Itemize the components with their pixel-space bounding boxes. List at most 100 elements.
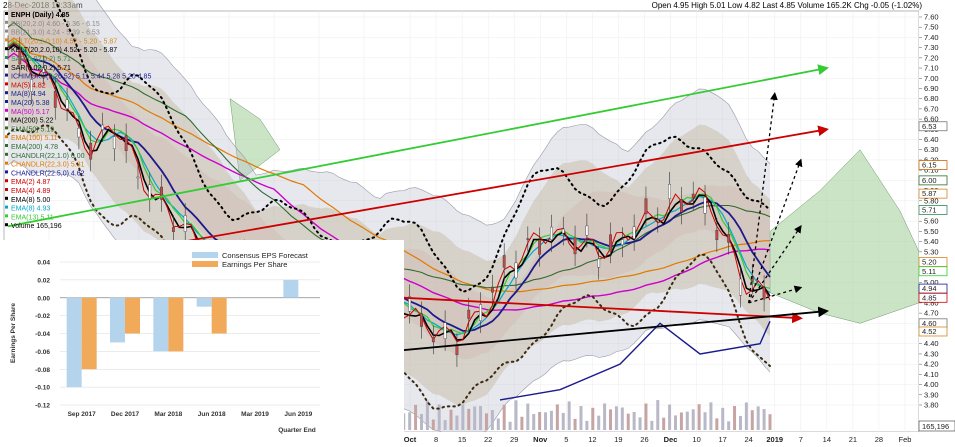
eps-ytick-label: -0.04 [35,331,50,338]
volume-bar [461,404,465,430]
volume-bar [408,412,412,430]
volume-bar [744,402,748,430]
legend-swatch [5,126,8,130]
legend-swatch [5,64,8,68]
price-flag-label: 5.11 [922,267,936,276]
price-tick-label: 5.60 [924,217,939,226]
price-tick-label: 4.10 [924,370,939,379]
candle-body [550,226,553,240]
legend-line: KELT(20,2.0,10) 4.52 - 5.20 - 5.87 [11,38,117,45]
volume-bar [544,412,548,430]
candle-body [727,234,731,243]
price-tick-label: 5.30 [924,247,939,256]
legend-swatch [5,223,8,227]
legend-line: MA(50) 5.17 [11,109,50,116]
legend-line: MA(5) 4.82 [11,82,46,89]
price-tick-label: 6.70 [924,104,939,113]
price-tick-label: 3.80 [924,401,939,410]
eps-category-label: Jun 2018 [198,411,226,418]
price-tick-label: 4.20 [924,360,939,369]
legend-swatch [5,196,8,200]
eps-x-axis-title: Quarter End [278,427,316,434]
volume-bar [567,401,571,430]
eps-bar [196,297,212,307]
volume-bar [479,406,483,430]
volume-bar [709,402,713,430]
candle-body [656,219,660,221]
volume-flag-label: 165,196 [922,422,949,431]
eps-legend-swatch [192,261,218,267]
volume-bar [597,415,601,430]
volume-bar [467,408,471,430]
eps-bar [110,297,125,343]
candle-body [490,286,494,293]
candle-body [609,234,612,252]
legend-line: BB(20,2.0) 4.60 - 5.36 - 6.15 [11,21,100,28]
date-tick-label: Oct [404,435,417,444]
date-tick-label: 8 [434,435,438,444]
candle-body [101,124,104,130]
eps-inset-chart: 0.04 0.02 0.00 -0.02 -0.04 -0.06 -0.08 -0.10 -0.… [0,240,404,447]
legend-swatch [5,91,8,95]
volume-bar [750,410,754,430]
price-flag-label: 5.71 [922,206,937,215]
volume-bar [431,419,435,430]
legend-swatch [5,152,8,156]
volume-bar [768,414,772,430]
candle-body [171,227,175,232]
candle-body [479,304,482,321]
volume-bar [644,403,648,430]
volume-bar [508,421,512,430]
price-tick-label: 4.30 [924,349,939,358]
legend-line: EMA(8) 5.00 [11,197,50,204]
eps-legend-label: Consensus EPS Forecast [222,251,309,260]
candle-body [53,91,57,108]
eps-category-label: Jun 2019 [284,411,312,418]
legend-line: MA(200) 5.22 [11,118,54,125]
volume-bar [638,417,642,430]
legend-swatch [5,38,8,42]
volume-bar [532,414,536,430]
stock-chart: 28-Dec-2018 10:33am Open 4.95 High 5.01 … [0,0,955,447]
candle-body [431,337,435,343]
eps-bar [125,297,140,334]
legend-swatch [5,108,8,112]
date-tick-label: 26 [640,435,648,444]
eps-legend-label: Earnings Per Share [222,260,287,269]
legend-line: CHANDLR(22.5,0) 4.62 [11,170,85,177]
volume-bar [727,421,731,430]
date-tick-label: 21 [849,435,857,444]
legend-line: EMA(2) 4.87 [11,179,50,186]
candle-body [526,238,530,240]
volume-bar [756,406,760,430]
volume-bar [555,404,559,430]
volume-bar [614,406,618,430]
price-tick-label: 7.20 [924,53,939,62]
candle-body [632,226,636,239]
legend-line: BB(21,3.0) 4.24 - 5.39 - 6.53 [11,30,100,37]
legend-swatch [5,179,8,183]
legend-swatch [5,188,8,191]
price-tick-label: 4.00 [924,380,939,389]
volume-bar [603,403,607,430]
candle-body [455,345,459,355]
candle-body [573,237,577,255]
candle-body [715,230,719,240]
price-tick-label: 7.50 [924,23,939,32]
price-flag-label: 6.53 [922,122,937,131]
eps-category-label: Mar 2019 [241,411,269,418]
price-flag-label: 4.85 [922,293,937,302]
volume-bar [414,404,418,430]
legend-swatch [5,47,8,51]
volume-bar [549,410,553,430]
date-tick-label: 22 [484,435,492,444]
volume-bar [419,413,423,430]
date-tick-label: 24 [745,435,753,444]
price-tick-label: 4.40 [924,339,939,348]
price-flag-label: 4.52 [922,327,937,336]
volume-bar [526,403,530,430]
price-flag-label: 6.00 [922,176,937,185]
price-tick-label: 6.30 [924,145,939,154]
eps-ytick-label: -0.10 [35,385,50,392]
price-flag-label: 6.15 [922,161,937,170]
